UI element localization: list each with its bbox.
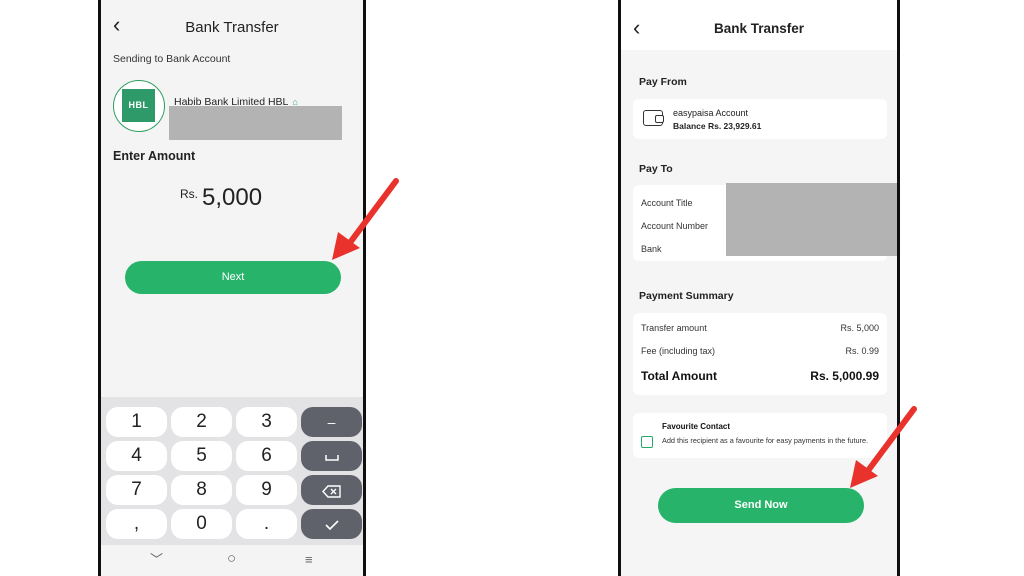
- pay-from-card[interactable]: easypaisa Account Balance Rs. 23,929.61: [633, 99, 887, 139]
- backspace-icon: [321, 485, 341, 498]
- header: ‹ Bank Transfer: [621, 0, 897, 50]
- nav-home-icon[interactable]: ○: [227, 551, 236, 566]
- key-4[interactable]: 4: [106, 441, 167, 471]
- payment-summary-label: Payment Summary: [639, 290, 734, 302]
- key-period[interactable]: .: [236, 509, 297, 539]
- header: ‹ Bank Transfer: [101, 0, 363, 50]
- backspace-key[interactable]: [301, 475, 362, 505]
- key-2[interactable]: 2: [171, 407, 232, 437]
- total-amount-label: Total Amount: [641, 369, 717, 383]
- account-name: easypaisa Account: [673, 108, 749, 118]
- wallet-icon: [643, 110, 664, 126]
- favourite-checkbox[interactable]: [641, 436, 653, 448]
- favourite-description: Add this recipient as a favourite for ea…: [662, 436, 869, 445]
- space-key[interactable]: [301, 441, 362, 471]
- arrow-pointing-send-icon: [850, 406, 917, 488]
- hbl-logo-icon: HBL: [122, 89, 155, 122]
- bank-logo: HBL: [113, 80, 165, 132]
- next-button[interactable]: Next: [125, 261, 341, 294]
- key-9[interactable]: 9: [236, 475, 297, 505]
- sending-label: Sending to Bank Account: [113, 53, 231, 65]
- total-amount-value: Rs. 5,000.99: [810, 369, 879, 383]
- left-phone-screen: ‹ Bank Transfer Sending to Bank Account …: [98, 0, 366, 576]
- redacted-recipient-block: [726, 183, 897, 256]
- bank-label: Bank: [641, 244, 662, 254]
- fee-label: Fee (including tax): [641, 346, 716, 356]
- minus-key[interactable]: –: [301, 407, 362, 437]
- check-icon: [324, 520, 339, 531]
- fee-value: Rs. 0.99: [845, 346, 879, 356]
- key-6[interactable]: 6: [236, 441, 297, 471]
- nav-back-icon[interactable]: ﹀: [150, 553, 163, 566]
- nav-menu-icon[interactable]: ≡: [305, 553, 313, 566]
- account-number-label: Account Number: [641, 221, 709, 231]
- send-now-button[interactable]: Send Now: [658, 488, 864, 523]
- key-0[interactable]: 0: [171, 509, 232, 539]
- page-title: Bank Transfer: [713, 21, 805, 36]
- key-5[interactable]: 5: [171, 441, 232, 471]
- account-balance: Balance Rs. 23,929.61: [673, 121, 762, 131]
- transfer-amount-label: Transfer amount: [641, 323, 707, 333]
- amount-input[interactable]: 5,000: [202, 184, 262, 212]
- arrow-pointing-next-icon: [332, 178, 399, 260]
- key-3[interactable]: 3: [236, 407, 297, 437]
- enter-amount-label: Enter Amount: [113, 149, 196, 163]
- pay-from-label: Pay From: [639, 76, 687, 88]
- page-title: Bank Transfer: [185, 19, 279, 36]
- key-8[interactable]: 8: [171, 475, 232, 505]
- pay-to-label: Pay To: [639, 163, 673, 175]
- space-icon: [324, 455, 339, 462]
- system-nav-bar: ﹀ ○ ≡: [101, 545, 363, 576]
- account-title-label: Account Title: [641, 198, 693, 208]
- key-comma[interactable]: ,: [106, 509, 167, 539]
- done-key[interactable]: [301, 509, 362, 539]
- key-1[interactable]: 1: [106, 407, 167, 437]
- redacted-account-block: [169, 106, 342, 140]
- payment-summary-card: Transfer amount Rs. 5,000 Fee (including…: [633, 313, 887, 395]
- key-7[interactable]: 7: [106, 475, 167, 505]
- numeric-keypad: 1 2 3 – 4 5 6 7 8 9 , 0 .: [101, 397, 363, 545]
- transfer-amount-value: Rs. 5,000: [840, 323, 879, 333]
- favourite-title: Favourite Contact: [662, 422, 731, 431]
- currency-label: Rs.: [180, 187, 198, 201]
